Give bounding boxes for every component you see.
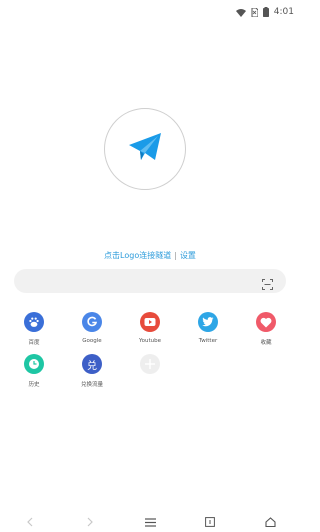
shortcut-twitter[interactable]: Twitter (183, 312, 233, 344)
shortcut-label: 收藏 (260, 340, 272, 346)
shortcut-label: Youtube (139, 338, 161, 344)
home-button[interactable] (260, 512, 280, 532)
shortcut-label: 历史 (28, 382, 40, 388)
shortcut-favorites[interactable]: 收藏 (241, 312, 291, 346)
shortcut-label: Google (82, 338, 102, 344)
status-bar: 4:01 (0, 0, 300, 18)
connect-tunnel-link[interactable]: 点击Logo连接隧道 (104, 251, 171, 260)
back-button[interactable] (20, 512, 40, 532)
menu-button[interactable] (140, 512, 160, 532)
bottom-nav-bar (0, 511, 300, 532)
shortcut-youtube[interactable]: Youtube (125, 312, 175, 344)
forward-button[interactable] (80, 512, 100, 532)
clock-icon (24, 354, 44, 374)
status-time: 4:01 (273, 6, 294, 17)
shortcut-history[interactable]: 历史 (9, 354, 59, 388)
tunnel-connect-text: 点击Logo连接隧道 | 设置 (0, 250, 300, 261)
settings-link[interactable]: 设置 (180, 251, 196, 260)
shortcut-label: Twitter (198, 338, 218, 344)
tabs-button[interactable] (200, 512, 220, 532)
menu-icon (144, 512, 156, 531)
scan-icon[interactable] (262, 275, 273, 294)
shortcut-exchange-traffic[interactable]: 兑 兑换流量 (67, 354, 117, 388)
heart-icon (256, 312, 276, 332)
youtube-play-icon (140, 312, 160, 332)
home-icon (264, 512, 276, 531)
wifi-icon (235, 2, 246, 21)
chevron-right-icon (86, 512, 94, 531)
exchange-icon: 兑 (82, 354, 102, 374)
no-sim-icon (251, 2, 259, 21)
shortcut-baidu[interactable]: 百度 (9, 312, 59, 346)
twitter-bird-icon (198, 312, 218, 332)
chevron-left-icon (26, 512, 34, 531)
paper-plane-icon (128, 132, 162, 166)
tabs-count-icon (205, 512, 215, 531)
shortcut-label: 百度 (28, 340, 40, 346)
separator: | (174, 251, 177, 260)
shortcut-google[interactable]: Google (67, 312, 117, 344)
battery-icon (262, 2, 269, 21)
baidu-paw-icon (24, 312, 44, 332)
exchange-glyph: 兑 (87, 360, 97, 372)
shortcut-label: 兑换流量 (80, 382, 103, 388)
connect-logo-button[interactable] (104, 108, 186, 190)
search-input[interactable] (14, 269, 286, 293)
shortcut-add[interactable] (125, 354, 175, 374)
google-g-icon (82, 312, 102, 332)
plus-icon (140, 354, 160, 374)
